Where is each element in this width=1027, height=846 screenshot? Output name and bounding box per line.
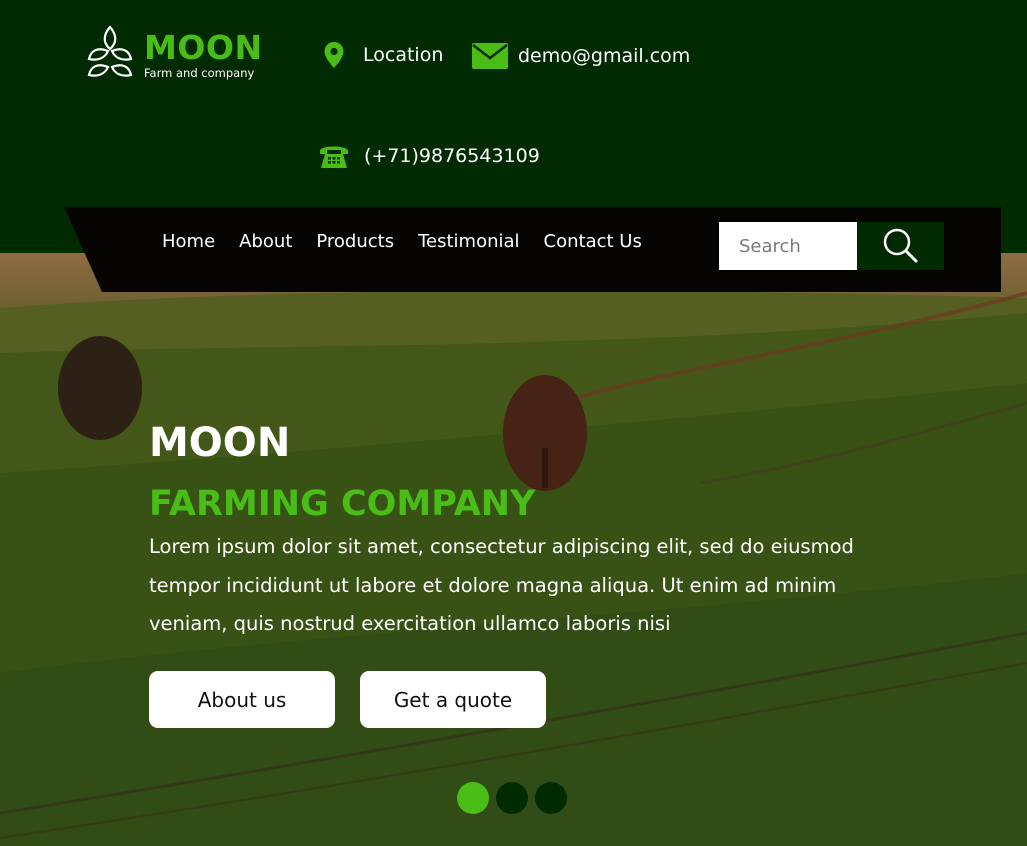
phone-label: (+71)9876543109 [364, 145, 540, 167]
brand-title: MOON [144, 27, 263, 67]
location-label: Location [363, 44, 444, 66]
nav-testimonial[interactable]: Testimonial [418, 231, 519, 252]
email-info[interactable]: demo@gmail.com [472, 42, 690, 70]
hero-content: MOON FARMING COMPANY Lorem ipsum dolor s… [149, 420, 909, 644]
hero-subtitle: FARMING COMPANY [149, 484, 536, 524]
phone-info[interactable]: (+71)9876543109 [318, 142, 540, 170]
search-input[interactable] [719, 222, 857, 270]
nav-home[interactable]: Home [162, 231, 215, 252]
nav-links: Home About Products Testimonial Contact … [162, 231, 666, 252]
hero-description: Lorem ipsum dolor sit amet, consectetur … [149, 535, 854, 635]
leaf-logo-icon [87, 25, 133, 77]
carousel-dot-3[interactable] [535, 782, 567, 814]
brand-subtitle: Farm and company [144, 65, 255, 80]
hero-title: MOON [149, 420, 291, 466]
get-a-quote-button[interactable]: Get a quote [360, 671, 546, 728]
carousel-indicators [457, 782, 574, 814]
carousel-dot-2[interactable] [496, 782, 528, 814]
search-icon [883, 228, 917, 263]
nav-about[interactable]: About [239, 231, 292, 252]
nav-contact-us[interactable]: Contact Us [544, 231, 642, 252]
telephone-icon [318, 142, 350, 170]
carousel-dot-1[interactable] [457, 782, 489, 814]
main-navbar: Home About Products Testimonial Contact … [64, 207, 1001, 292]
search-button[interactable] [857, 222, 944, 270]
about-us-button[interactable]: About us [149, 671, 335, 728]
map-pin-icon [322, 40, 346, 70]
email-label: demo@gmail.com [518, 45, 691, 67]
nav-products[interactable]: Products [316, 231, 394, 252]
location-info[interactable]: Location [322, 40, 443, 70]
envelope-icon [472, 42, 508, 70]
brand-logo[interactable]: MOON Farm and company [86, 22, 286, 88]
